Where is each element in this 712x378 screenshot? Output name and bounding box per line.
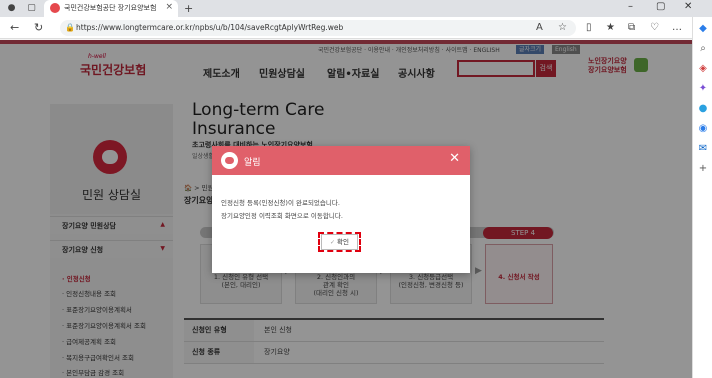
- extensions-icon[interactable]: ♡: [650, 22, 659, 33]
- tab-bar: ● ▢ 국민건강보험공단 장기요양보험 × + – ▢ ✕: [0, 0, 712, 17]
- close-icon[interactable]: ✕: [449, 152, 460, 165]
- add-app-icon[interactable]: +: [697, 163, 709, 175]
- split-screen-icon[interactable]: ▯: [586, 22, 592, 33]
- site-favicon-icon: [50, 3, 60, 13]
- close-tab-icon[interactable]: ×: [165, 2, 173, 12]
- browser-tab[interactable]: 국민건강보험공단 장기요양보험 ×: [44, 0, 178, 17]
- tab-title: 국민건강보험공단 장기요양보험: [64, 4, 157, 12]
- url-text: https://www.longtermcare.or.kr/npbs/u/b/…: [76, 23, 344, 32]
- new-tab-icon[interactable]: +: [184, 2, 193, 15]
- favorite-star-icon[interactable]: ☆: [558, 22, 567, 33]
- minimize-icon[interactable]: –: [628, 1, 633, 12]
- shopping-icon[interactable]: ◈: [697, 63, 709, 75]
- browser-window: ● ▢ 국민건강보험공단 장기요양보험 × + – ▢ ✕ ← ↻ 🔒 http…: [0, 0, 712, 378]
- read-aloud-icon[interactable]: A: [536, 22, 543, 33]
- tab-actions-icon[interactable]: ▢: [26, 3, 37, 14]
- collections-icon[interactable]: ⧉: [628, 22, 635, 33]
- copilot-icon[interactable]: ◆: [697, 23, 709, 35]
- highlight-box: [318, 232, 361, 252]
- refresh-icon[interactable]: ↻: [34, 22, 43, 33]
- lock-icon: 🔒: [65, 23, 75, 32]
- address-bar-row: ← ↻ 🔒 https://www.longtermcare.or.kr/npb…: [0, 17, 712, 39]
- edge-sidebar: ◆ ⌕ ◈ ✦ ● ◉ ✉ +: [692, 17, 712, 378]
- back-icon[interactable]: ←: [10, 22, 19, 33]
- games-icon[interactable]: ●: [697, 103, 709, 115]
- favorites-icon[interactable]: ★: [606, 22, 615, 33]
- web-page: h-well 국민건강보험 국민건강보험공단 · 이용안내 · 개인정보처리방침…: [0, 40, 692, 378]
- tools-icon[interactable]: ✦: [697, 83, 709, 95]
- profile-icon[interactable]: ●: [6, 3, 17, 14]
- outlook-icon[interactable]: ✉: [697, 143, 709, 155]
- dialog-message-2: 장기요양인정 이력조회 화면으로 이동합니다.: [221, 212, 343, 220]
- dialog-message-1: 인정신청 등록(인정신청)이 완료되었습니다.: [221, 199, 340, 207]
- close-window-icon[interactable]: ✕: [684, 1, 692, 12]
- heart-logo-icon: [221, 152, 238, 169]
- dialog-title: 알림: [244, 158, 261, 168]
- dialog-header: 알림 ✕: [212, 146, 470, 175]
- more-icon[interactable]: …: [672, 22, 682, 33]
- search-icon[interactable]: ⌕: [697, 43, 709, 55]
- office-icon[interactable]: ◉: [697, 123, 709, 135]
- maximize-icon[interactable]: ▢: [656, 1, 665, 12]
- url-field[interactable]: 🔒 https://www.longtermcare.or.kr/npbs/u/…: [60, 20, 576, 36]
- alert-dialog: 알림 ✕ 인정신청 등록(인정신청)이 완료되었습니다. 장기요양인정 이력조회…: [212, 146, 470, 273]
